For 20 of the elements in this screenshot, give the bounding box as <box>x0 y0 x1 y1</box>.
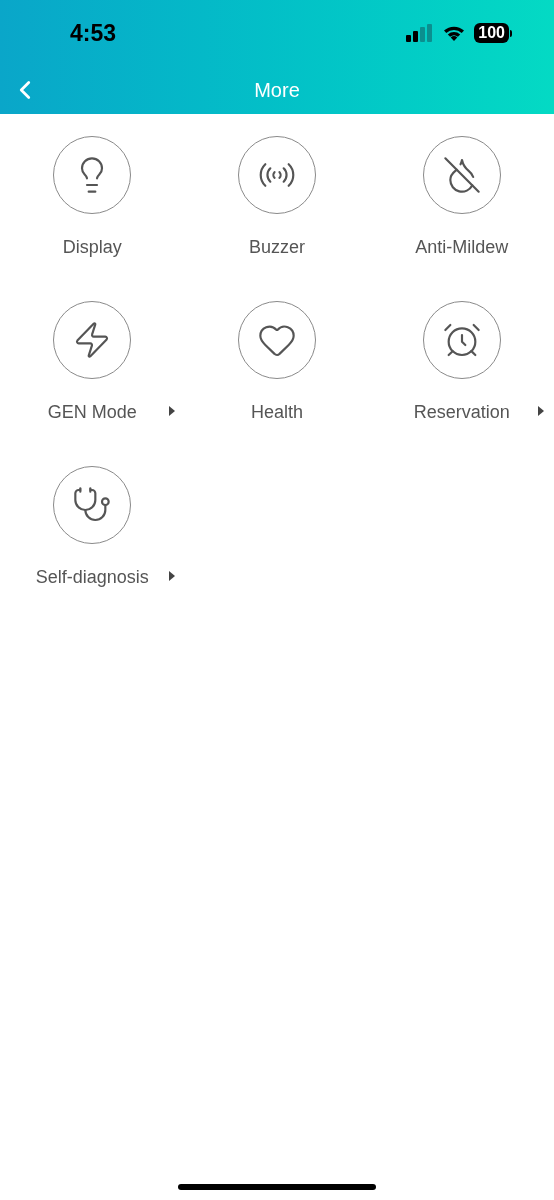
feature-label: GEN Mode <box>47 401 137 424</box>
feature-item[interactable]: Anti-Mildew <box>369 136 554 301</box>
feature-label: Self-diagnosis <box>35 566 149 589</box>
feature-label: Buzzer <box>248 236 305 259</box>
feature-label: Health <box>250 401 303 424</box>
feature-item[interactable]: Health <box>184 301 370 466</box>
signal-icon <box>406 24 435 42</box>
crossed-drop-icon <box>441 155 482 195</box>
wifi-icon <box>442 24 467 42</box>
feature-label: Anti-Mildew <box>415 236 509 259</box>
feature-label: Reservation <box>413 401 510 424</box>
page-title: More <box>254 78 300 103</box>
feature-item[interactable]: Reservation <box>369 301 554 466</box>
feature-item[interactable]: Display <box>0 136 185 301</box>
feature-item[interactable]: Self-diagnosis <box>0 466 185 631</box>
feature-label: Display <box>62 236 122 259</box>
battery-level: 100 <box>474 23 509 43</box>
status-time: 4:53 <box>70 18 117 48</box>
feature-item[interactable]: Buzzer <box>184 136 370 301</box>
feature-item[interactable]: GEN Mode <box>0 301 185 466</box>
